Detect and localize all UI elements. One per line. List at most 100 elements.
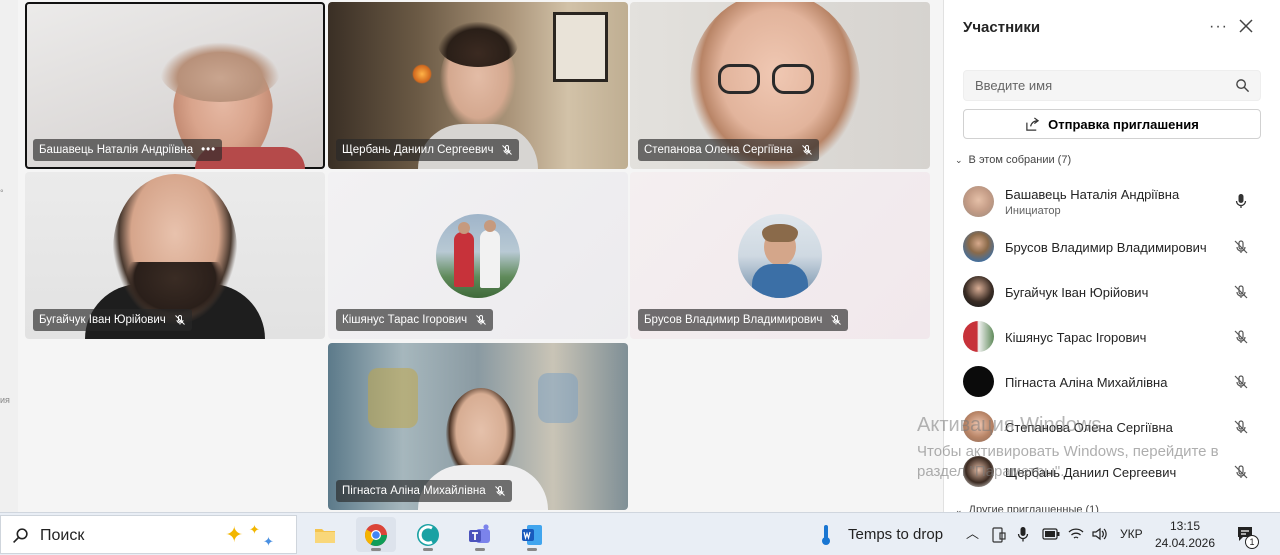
- glasses-right: [772, 64, 814, 94]
- other-invited-section-header[interactable]: ⌄ Другие приглашенные (1): [955, 504, 1099, 512]
- send-invite-label: Отправка приглашения: [1048, 116, 1199, 132]
- weather-text[interactable]: Temps to drop: [848, 526, 943, 543]
- left-strip-char: °: [0, 188, 4, 198]
- mic-icon[interactable]: [1017, 526, 1029, 543]
- mic-off-icon[interactable]: [1233, 419, 1249, 435]
- participant-name-tag: Щербань Даниил Сергеевич: [336, 139, 520, 161]
- word-icon[interactable]: [512, 517, 552, 552]
- video-tile[interactable]: Пігнаста Аліна Михайлівна: [328, 343, 628, 510]
- mic-off-icon[interactable]: [1233, 464, 1249, 480]
- glasses-left: [718, 64, 760, 94]
- send-invite-button[interactable]: Отправка приглашения: [963, 109, 1261, 139]
- participant-name-tag: Кішянус Тарас Ігорович: [336, 309, 494, 331]
- mic-icon[interactable]: [1233, 193, 1249, 209]
- video-tile[interactable]: Брусов Владимир Владимирович: [630, 172, 930, 339]
- participant-name-tag: Башавець Наталія Андріївна •••: [33, 139, 223, 161]
- participant-row[interactable]: Пігнаста Аліна Михайлівна: [944, 359, 1280, 404]
- sparkle-icon: ✦: [263, 534, 274, 549]
- more-options-icon[interactable]: •••: [201, 144, 216, 156]
- activation-watermark-text: Чтобы активировать Windows, перейдите в: [917, 443, 1219, 460]
- participant-name: Башавець Наталія Андріївна: [1005, 187, 1180, 202]
- thermometer-icon: [822, 525, 830, 545]
- taskbar-search-box[interactable]: Поиск ✦ ✦ ✦: [0, 515, 297, 554]
- video-tile[interactable]: Степанова Олена Сергіївна: [630, 2, 930, 169]
- mic-off-icon: [494, 486, 505, 496]
- participant-name: Брусов Владимир Владимирович: [1005, 240, 1207, 255]
- share-icon: [1026, 116, 1040, 131]
- participant-name: Бугайчук Іван Юрійович: [1005, 285, 1149, 300]
- participant-avatar: [738, 213, 822, 298]
- mic-off-icon[interactable]: [1233, 284, 1249, 300]
- video-tile[interactable]: Кішянус Тарас Ігорович: [328, 172, 628, 339]
- avatar: [963, 231, 994, 262]
- search-label: Поиск: [40, 527, 85, 544]
- participant-row[interactable]: Брусов Владимир Владимирович: [944, 224, 1280, 269]
- participant-name: Бугайчук Іван Юрійович: [39, 314, 166, 326]
- in-meeting-section-header[interactable]: ⌄ В этом собрании (7): [955, 154, 1071, 166]
- clock-time: 13:15: [1169, 519, 1201, 533]
- participant-row[interactable]: Кішянус Тарас Ігорович: [944, 314, 1280, 359]
- file-explorer-icon[interactable]: [305, 517, 345, 552]
- participant-role: Инициатор: [1005, 205, 1061, 217]
- participant-name: Башавець Наталія Андріївна: [39, 144, 194, 156]
- participant-avatar: [436, 213, 520, 298]
- left-edge-strip: ° ия: [0, 0, 18, 512]
- wifi-icon[interactable]: [1068, 527, 1084, 541]
- close-icon[interactable]: [1238, 18, 1254, 34]
- video-tile[interactable]: Бугайчук Іван Юрійович: [25, 172, 325, 339]
- participant-name-tag: Пігнаста Аліна Михайлівна: [336, 480, 512, 502]
- avatar: [963, 276, 994, 307]
- battery-icon[interactable]: [1042, 528, 1060, 540]
- sparkle-icon: ✦: [249, 522, 260, 537]
- language-indicator[interactable]: УКР: [1120, 527, 1143, 541]
- more-options-icon[interactable]: ···: [1209, 18, 1228, 36]
- participant-name: Степанова Олена Сергіївна: [644, 144, 793, 156]
- mic-off-icon: [174, 315, 185, 325]
- video-tile[interactable]: Щербань Даниил Сергеевич: [328, 2, 628, 169]
- panel-title: Участники: [963, 19, 1041, 36]
- participant-name-tag: Степанова Олена Сергіївна: [638, 139, 819, 161]
- mic-off-icon: [476, 315, 486, 325]
- participant-row[interactable]: Бугайчук Іван Юрійович: [944, 269, 1280, 314]
- search-input[interactable]: [964, 71, 1214, 100]
- sparkle-icon: ✦: [225, 522, 244, 547]
- chevron-down-icon: ⌄: [955, 154, 963, 165]
- chevron-down-icon: ⌄: [955, 504, 963, 513]
- search-icon: [13, 528, 28, 543]
- chrome-icon[interactable]: [356, 517, 396, 552]
- participant-name: Брусов Владимир Владимирович: [644, 314, 823, 326]
- participant-hair: [438, 22, 518, 67]
- participant-name-tag: Брусов Владимир Владимирович: [638, 309, 849, 331]
- app-icon[interactable]: [408, 517, 448, 552]
- video-tile[interactable]: Башавець Наталія Андріївна •••: [25, 2, 325, 169]
- mic-off-icon: [502, 145, 513, 155]
- activation-watermark-title: Активация Windows: [917, 414, 1102, 436]
- fireplace-glow: [412, 64, 432, 84]
- section-label: Другие приглашенные (1): [968, 504, 1099, 512]
- participant-name: Кішянус Тарас Ігорович: [342, 314, 468, 326]
- participant-search: [963, 70, 1261, 101]
- participant-hair: [160, 42, 280, 102]
- notification-count: 1: [1245, 535, 1259, 549]
- volume-icon[interactable]: [1091, 526, 1107, 542]
- window-shape: [553, 12, 608, 82]
- mic-off-icon[interactable]: [1233, 329, 1249, 345]
- mic-off-icon: [801, 145, 812, 155]
- chevron-up-icon[interactable]: ︿: [966, 523, 979, 542]
- participant-row[interactable]: Башавець Наталія Андріївна Инициатор: [944, 179, 1280, 224]
- avatar: [963, 321, 994, 352]
- left-strip-text: ия: [0, 395, 10, 405]
- mic-off-icon[interactable]: [1233, 239, 1249, 255]
- mic-off-icon: [831, 315, 842, 325]
- avatar: [963, 186, 994, 217]
- clock[interactable]: 13:15 24.04.2026: [1150, 518, 1220, 552]
- search-icon[interactable]: [1235, 78, 1250, 93]
- taskbar: Поиск ✦ ✦ ✦ Temps to drop ︿ УКР 13:15 24…: [0, 512, 1280, 555]
- participant-name: Кішянус Тарас Ігорович: [1005, 330, 1147, 345]
- section-label: В этом собрании (7): [968, 154, 1072, 166]
- activation-watermark-text: раздел "Параметры".: [917, 463, 1065, 480]
- participant-name: Пігнаста Аліна Михайлівна: [1005, 375, 1168, 390]
- teams-icon[interactable]: [460, 517, 500, 552]
- device-icon[interactable]: [992, 527, 1006, 543]
- mic-off-icon[interactable]: [1233, 374, 1249, 390]
